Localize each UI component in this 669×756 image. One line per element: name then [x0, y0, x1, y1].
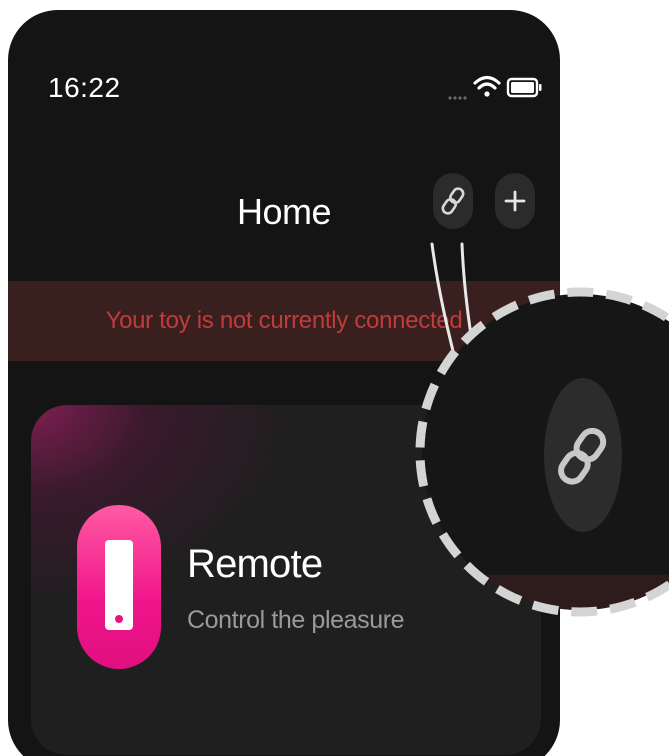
- remote-icon: [77, 505, 161, 669]
- wifi-icon: [473, 75, 501, 97]
- link-button[interactable]: [433, 173, 473, 229]
- stage: 16:22 Home Your toy is not currently con…: [0, 0, 669, 756]
- battery-icon: [506, 77, 542, 98]
- page-title: Home: [236, 191, 332, 232]
- status-icons: [440, 66, 550, 106]
- remote-device-dot: [115, 615, 123, 623]
- signal-dots-icon: [448, 96, 467, 100]
- status-icons-svg: [448, 75, 542, 100]
- remote-card-title: Remote: [187, 542, 323, 586]
- remote-card-subtitle: Control the pleasure: [187, 606, 405, 634]
- magnified-link-icon: [558, 427, 607, 485]
- remote-card[interactable]: Remote Control the pleasure: [31, 405, 541, 755]
- connection-banner-text: Your toy is not currently connected: [105, 307, 463, 334]
- phone-screen: 16:22 Home Your toy is not currently con…: [8, 10, 560, 756]
- status-time: 16:22: [48, 72, 121, 103]
- plus-icon: [504, 190, 526, 212]
- connection-banner[interactable]: Your toy is not currently connected: [8, 281, 560, 361]
- link-icon: [441, 187, 465, 215]
- add-button[interactable]: [495, 173, 535, 229]
